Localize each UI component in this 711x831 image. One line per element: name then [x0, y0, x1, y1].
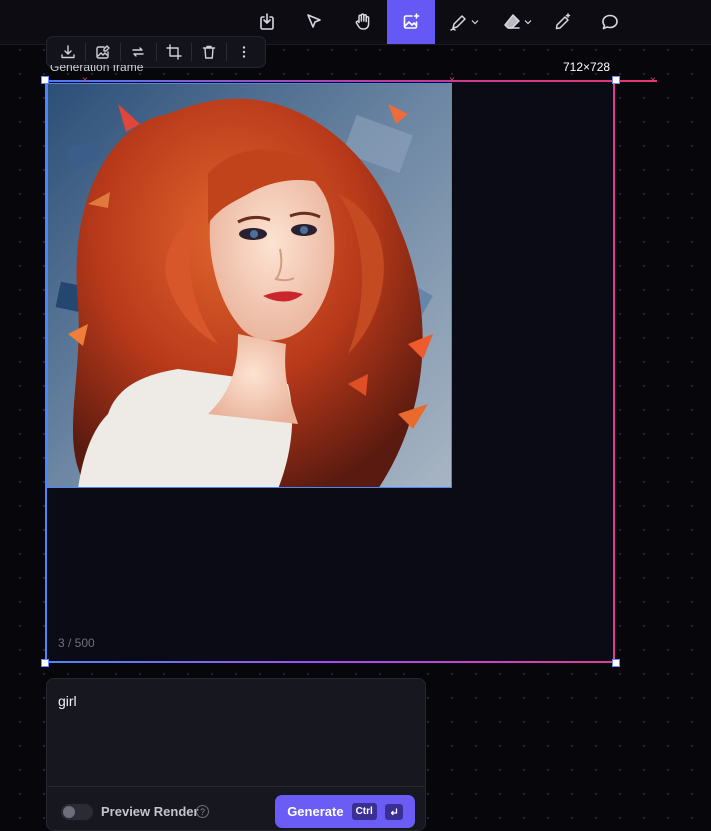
chevron-down-icon	[524, 20, 532, 25]
ctrl-key-hint: Ctrl	[351, 803, 377, 820]
replace-button[interactable]	[121, 37, 155, 67]
cursor-icon	[307, 14, 321, 28]
eraser-icon	[504, 14, 520, 29]
chevron-down-icon	[471, 20, 479, 25]
magic-wand-tool-button[interactable]	[540, 0, 586, 44]
import-icon	[260, 13, 274, 30]
preview-render-label: Preview Render	[101, 804, 199, 819]
more-options-button[interactable]	[227, 37, 261, 67]
hand-icon	[355, 13, 370, 30]
generation-counter: 3 / 500	[58, 636, 95, 650]
enter-key-icon	[384, 803, 403, 820]
more-vertical-icon	[242, 46, 246, 58]
resize-handle-bottom-left[interactable]	[41, 659, 49, 667]
trash-icon	[202, 45, 215, 59]
resize-handle-top-right[interactable]	[612, 76, 620, 84]
select-tool-button[interactable]	[291, 0, 337, 44]
generated-image[interactable]	[47, 83, 452, 488]
eraser-tool-button[interactable]	[493, 0, 541, 44]
hand-tool-button[interactable]	[340, 0, 386, 44]
portrait-illustration	[48, 84, 451, 487]
preview-render-toggle[interactable]	[61, 804, 93, 820]
toggle-knob	[63, 806, 75, 818]
download-button[interactable]	[51, 37, 85, 67]
crop-icon	[165, 44, 182, 60]
pen-tool-button[interactable]	[440, 0, 488, 44]
frame-dimensions: 712×728	[563, 60, 611, 74]
upscale-button[interactable]	[86, 37, 120, 67]
resize-handle-bottom-right[interactable]	[612, 659, 620, 667]
swap-icon	[132, 47, 145, 57]
pen-icon	[450, 15, 466, 31]
generate-label: Generate	[287, 804, 344, 819]
download-icon	[61, 45, 75, 59]
comment-icon	[602, 14, 618, 30]
prompt-input[interactable]: girl	[58, 693, 77, 709]
image-action-toolbar	[46, 36, 266, 68]
crop-button[interactable]	[156, 37, 190, 67]
comment-tool-button[interactable]	[587, 0, 633, 44]
image-edit-icon	[96, 45, 110, 59]
guide-marker: ×	[650, 75, 656, 86]
generate-image-tool-button[interactable]	[387, 0, 435, 44]
panel-divider	[47, 786, 425, 787]
generate-button[interactable]: Generate Ctrl	[275, 795, 415, 828]
image-sparkle-icon	[403, 13, 420, 29]
delete-button[interactable]	[192, 37, 226, 67]
help-icon[interactable]: ?	[196, 805, 209, 818]
frame-guide-line	[45, 80, 657, 82]
magic-pen-icon	[555, 13, 571, 30]
